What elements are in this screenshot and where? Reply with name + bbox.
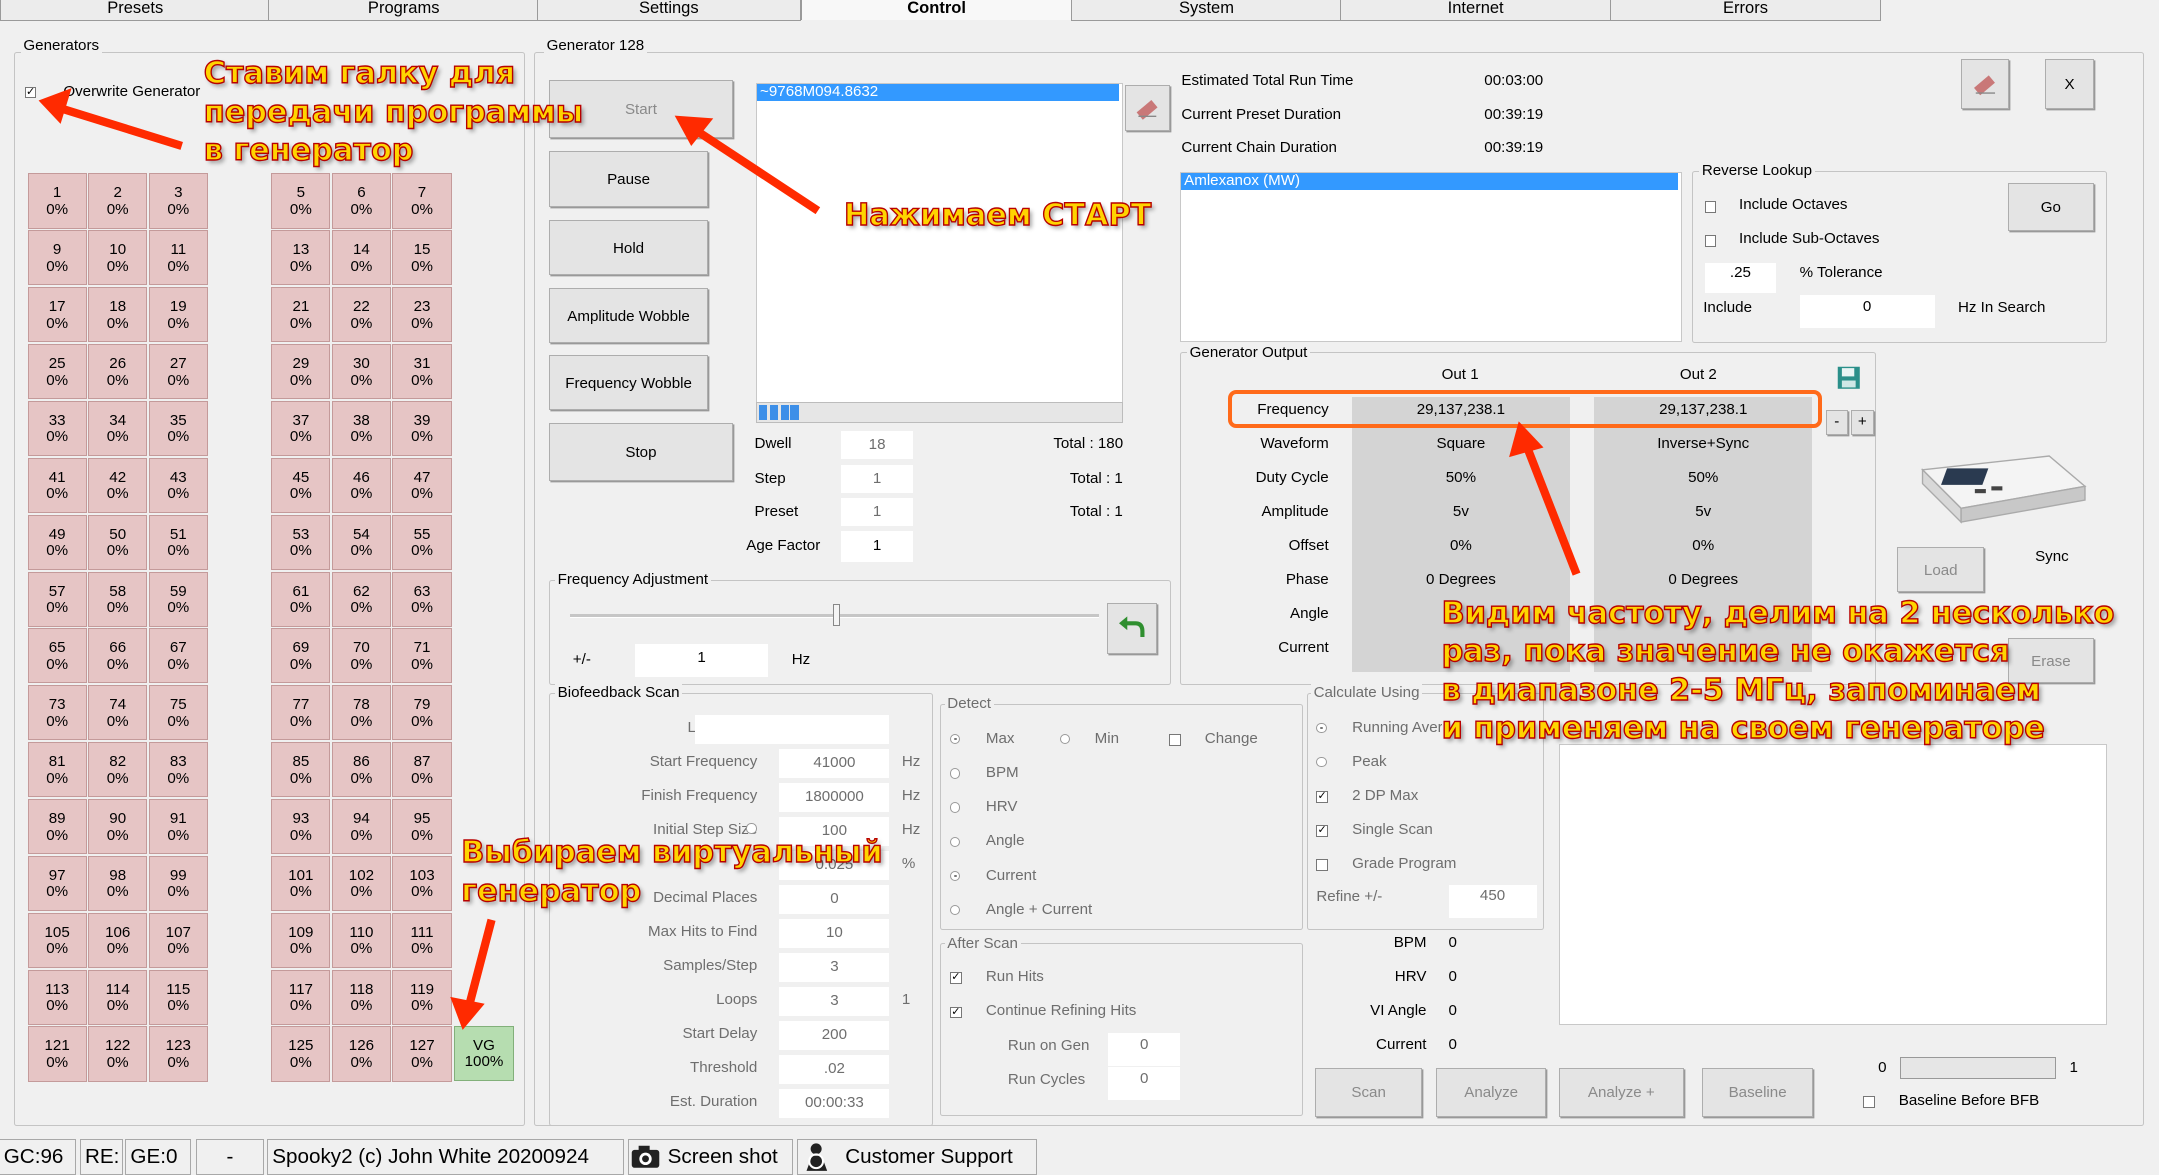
annotation-start: Нажимаем СТАРТ bbox=[843, 197, 1152, 233]
annotation-vg: Выбираем виртуальный генератор bbox=[461, 835, 884, 910]
annotation-arrows bbox=[38, 88, 1581, 1030]
arrow-to-start bbox=[674, 115, 821, 215]
arrow-to-checkbox bbox=[38, 88, 183, 150]
arrow-to-vg bbox=[450, 918, 496, 1030]
annotation-overwrite: Ставим галку для передачи программы в гене… bbox=[203, 55, 584, 169]
annotation-frequency: Видим частоту, делим на 2 несколько раз, … bbox=[1441, 595, 2115, 747]
arrow-to-frequency bbox=[1509, 421, 1581, 576]
spooky2-window: Presets Programs Settings Control System… bbox=[0, 0, 2159, 1175]
